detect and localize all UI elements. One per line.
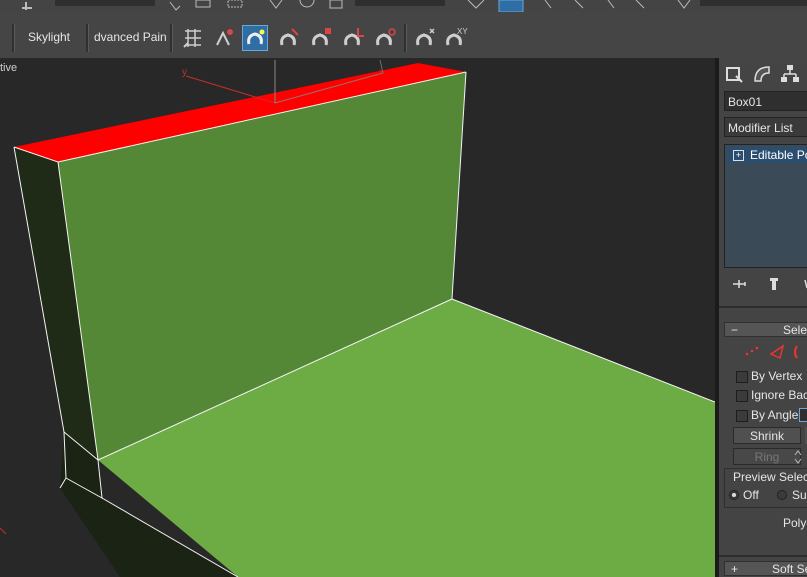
show-end-result-icon[interactable] [770,278,778,290]
ignore-backfacing-checkbox[interactable] [736,390,748,402]
skylight-button[interactable]: Skylight [28,26,88,48]
preview-off-radio[interactable] [729,490,739,500]
world-axis-tripod [0,527,7,535]
stack-item-editable-poly[interactable]: + Editable Poly [727,147,807,163]
vertex-snap-icon[interactable] [211,25,237,51]
reference-coord-dropdown[interactable] [355,0,445,6]
ring-spinner-icon[interactable] [793,449,803,465]
toolbar-separator [86,24,89,52]
ignore-backfacing-label: Ignore Back [751,388,807,402]
expand-plus-icon[interactable]: + [733,150,744,162]
scene-render[interactable]: y x [0,58,715,577]
toolbar-separator [170,24,173,52]
preview-off-label: Off [743,488,759,502]
object-name-field[interactable]: Box01 [724,91,807,111]
stack-item-label: Editable Poly [750,148,807,162]
modify-tab-icon[interactable] [750,62,774,86]
by-angle-label: By Angle: [751,408,802,422]
polygons-selected-status: Polyg [783,516,807,530]
angle-snap-icon[interactable] [677,0,691,9]
perpendicular-snap-icon[interactable] [340,25,366,51]
soft-selection-rollout-header[interactable]: + Soft Se [724,561,807,576]
svg-text:XY: XY [457,27,468,36]
angle-spinner-field[interactable] [799,408,807,422]
hierarchy-tab-icon[interactable] [778,62,802,86]
panel-separator [719,555,807,557]
rotate-icon[interactable] [299,0,315,8]
gizmo-y-axis-label: y [182,67,187,78]
toolbar-separator [12,24,15,52]
main-toolbar-icons[interactable] [0,0,807,12]
viewport-label[interactable]: tive [0,62,17,74]
ring-button[interactable]: Ring [733,448,801,465]
select-manipulate-icon[interactable] [498,0,524,12]
by-vertex-label: By Vertex [751,369,803,383]
selection-filter-dropdown[interactable] [55,0,155,6]
selection-rollout-header[interactable]: − Selec [724,322,807,337]
axis-constraint-icon[interactable]: XY [442,25,468,51]
panel-separator [719,306,807,308]
edge-level-icon[interactable] [769,344,785,360]
named-selection-dropdown[interactable] [700,0,807,6]
pin-stack-icon[interactable] [733,280,746,288]
perspective-viewport[interactable]: y x tive [0,58,715,577]
preview-subobj-label: Su [792,488,807,502]
modifier-stack[interactable]: + Editable Poly [724,144,807,268]
vertex-level-icon[interactable] [745,346,759,356]
snap-toggles-icons[interactable] [544,0,645,9]
snap-settings-icon[interactable] [412,25,438,51]
grid-snap-icon[interactable] [180,25,206,51]
command-panel: Box01 Modifier List + Editable Poly − Sel… [719,58,807,577]
tangent-snap-icon[interactable] [372,25,398,51]
scale-icon[interactable] [329,0,343,9]
pivot-icon[interactable] [467,0,485,9]
magnet-snap-icon[interactable] [242,25,268,51]
create-tab-icon[interactable] [722,62,746,86]
main-toolbar-strip [0,0,807,12]
advanced-paint-button[interactable]: dvanced Paint [94,26,166,48]
link-icon[interactable] [22,2,32,10]
stack-tools [719,272,807,298]
move-icon[interactable] [269,0,283,9]
border-level-icon[interactable] [794,345,798,359]
modifier-list-dropdown[interactable]: Modifier List [724,117,807,137]
window-crossing-icon[interactable] [227,0,243,8]
selection-rollout-title: Selec [783,323,807,337]
collapse-minus-icon[interactable]: − [731,323,738,338]
shrink-button[interactable]: Shrink [733,427,801,444]
face-snap-icon[interactable] [308,25,334,51]
soft-selection-rollout-title: Soft Se [772,562,807,576]
preview-subobj-radio[interactable] [777,490,787,500]
gizmo-x-axis-label: x [379,67,383,76]
select-region-icon[interactable] [195,0,211,8]
edge-snap-icon[interactable] [276,25,302,51]
subobject-level-icons[interactable] [719,340,807,362]
expand-plus-icon[interactable]: + [731,562,738,577]
by-vertex-checkbox[interactable] [736,371,748,383]
preview-selection-label: Preview Selecti [733,470,807,484]
by-angle-checkbox[interactable] [736,410,748,422]
toolbar-separator [404,24,407,52]
graphite-toolbar: Skylight dvanced Paint XY [0,12,807,59]
select-arrow-icon[interactable] [169,1,181,11]
